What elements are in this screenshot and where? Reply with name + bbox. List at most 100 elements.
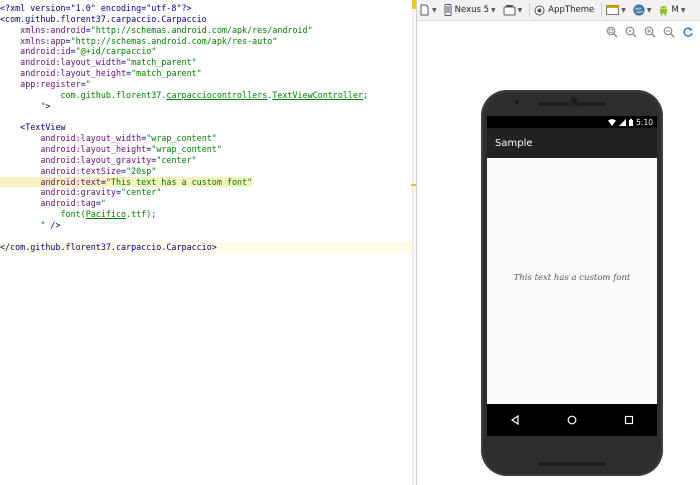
code-token: ; [363,89,369,100]
code-token: <TextView [0,122,66,133]
code-token: com.github.florent37. [0,89,167,100]
code-token: " [85,78,91,89]
code-token: "center" [156,154,197,165]
code-token: > [45,100,51,111]
code-line[interactable]: app:register=" [0,79,412,90]
code-token: android:textSize [0,165,122,176]
chevron-down-icon: ▼ [491,6,496,14]
zoom-in-icon [644,26,656,38]
code-line[interactable] [0,112,412,123]
theme-selector[interactable]: AppTheme [532,1,596,19]
recents-square-icon [624,415,633,425]
code-token: " [100,198,106,209]
code-line[interactable]: <?xml version="1.0" encoding="utf-8"?> [0,3,412,14]
zoom-fit-icon [606,26,618,38]
code-line[interactable]: android:text="This text has a custom fon… [0,176,412,188]
xml-code-editor[interactable]: <?xml version="1.0" encoding="utf-8"?> <c… [0,0,412,485]
orientation-selector[interactable]: ▼ [501,1,525,19]
app-title: Sample [495,137,533,149]
code-line[interactable]: android:textSize="20sp" [0,166,412,177]
code-line[interactable]: android:id="@+id/carpaccio" [0,46,412,57]
activity-selector[interactable]: ▼ [604,1,628,19]
code-token: " [0,220,46,230]
chevron-down-icon: ▼ [646,6,652,14]
refresh-button[interactable] [681,25,695,39]
code-token: android:layout_width [0,57,122,68]
code-line[interactable]: xmlns:android="http://schemas.android.co… [0,25,412,36]
wifi-icon [608,118,617,126]
code-token: "http://schemas.android.com/apk/res-auto… [70,35,278,46]
code-token: app:register [0,78,81,89]
code-token: "match_parent" [131,68,202,79]
code-line[interactable]: android:tag=" [0,198,412,209]
actual-size-button[interactable] [624,25,638,39]
globe-icon [633,4,645,16]
code-line[interactable]: xmlns:app="http://schemas.android.com/ap… [0,36,412,47]
code-line[interactable] [0,231,412,242]
code-token: TextViewController [272,89,364,100]
code-token: xmlns:app [0,35,66,46]
code-token: "wrap_content" [146,133,217,144]
code-line[interactable]: android:layout_height="match_parent" [0,68,412,79]
device-selector[interactable]: Nexus 5 ▼ [442,1,498,19]
zoom-out-icon [663,26,675,38]
device-label: Nexus 5 [454,5,490,15]
bottom-speaker-grille [539,462,605,466]
zoom-to-fit-button[interactable] [605,25,619,39]
app-content-area: This text has a custom font [487,158,657,404]
api-level-selector[interactable]: M ▼ [656,1,687,19]
code-line[interactable]: font(Pacifico.ttf); [0,209,412,220]
code-token: android:gravity [0,187,116,198]
code-line[interactable]: <TextView [0,122,412,133]
code-token: .ttf); [126,209,157,220]
code-line[interactable]: android:layout_gravity="center" [0,155,412,166]
toolbar-separator [601,3,603,17]
back-triangle-icon [511,415,519,425]
code-line[interactable]: </com.github.florent37.carpaccio.Carpacc… [0,241,412,253]
nav-back-button[interactable] [505,410,525,430]
code-token: /> [45,220,61,230]
proximity-sensor [515,100,519,104]
locale-selector[interactable]: ▼ [631,1,654,19]
code-line[interactable]: " /> [0,220,412,231]
code-token: android:text [0,176,101,187]
code-token: "@+id/carpaccio" [75,46,157,57]
code-line[interactable]: <com.github.florent37.carpaccio.Carpacci… [0,14,412,25]
api-level-label: M [671,5,679,15]
zoom-actual-icon [625,26,637,38]
code-token: android:layout_gravity [0,154,152,165]
code-token: <?xml version="1.0" encoding="utf-8"?> [0,3,192,13]
nav-home-button[interactable] [562,410,582,430]
code-token: "center" [121,187,162,198]
theme-label: AppTheme [548,5,595,15]
chevron-down-icon: ▼ [432,6,437,14]
code-line[interactable]: android:layout_width="wrap_content" [0,133,412,144]
device-screen: 5:10 Sample This text has a custom font [487,116,657,436]
zoom-toolbar [417,21,700,43]
code-line[interactable]: android:layout_width="match_parent" [0,57,412,68]
code-token: " [0,100,46,111]
code-line[interactable]: "> [0,101,412,112]
rotate-screen-icon [503,5,516,16]
render-options-button[interactable]: ▼ [417,1,439,19]
battery-icon [629,118,634,126]
code-token: </com.github.florent37.carpaccio.Carpacc… [0,241,217,252]
document-icon [420,4,429,16]
preview-toolbar: ▼ Nexus 5 ▼ ▼ AppTheme ▼ ▼ M ▼ [417,0,700,21]
zoom-out-button[interactable] [662,25,676,39]
code-line[interactable]: android:layout_height="wrap_content" [0,144,412,155]
home-circle-icon [567,415,577,425]
code-token: font( [0,209,86,220]
nav-recents-button[interactable] [619,410,639,430]
signal-icon [619,118,627,126]
code-token: android:id [0,46,71,57]
zoom-in-button[interactable] [643,25,657,39]
code-token: android:layout_height [0,144,147,155]
status-time: 5:10 [636,117,653,127]
code-line[interactable]: com.github.florent37.carpacciocontroller… [0,90,412,101]
code-token: carpacciocontrollers [166,89,268,100]
app-action-bar: Sample [487,128,657,158]
code-line[interactable]: android:gravity="center" [0,187,412,198]
toolbar-separator [529,3,531,17]
layout-preview-panel: ▼ Nexus 5 ▼ ▼ AppTheme ▼ ▼ M ▼ 5:10 Samp… [416,0,700,485]
